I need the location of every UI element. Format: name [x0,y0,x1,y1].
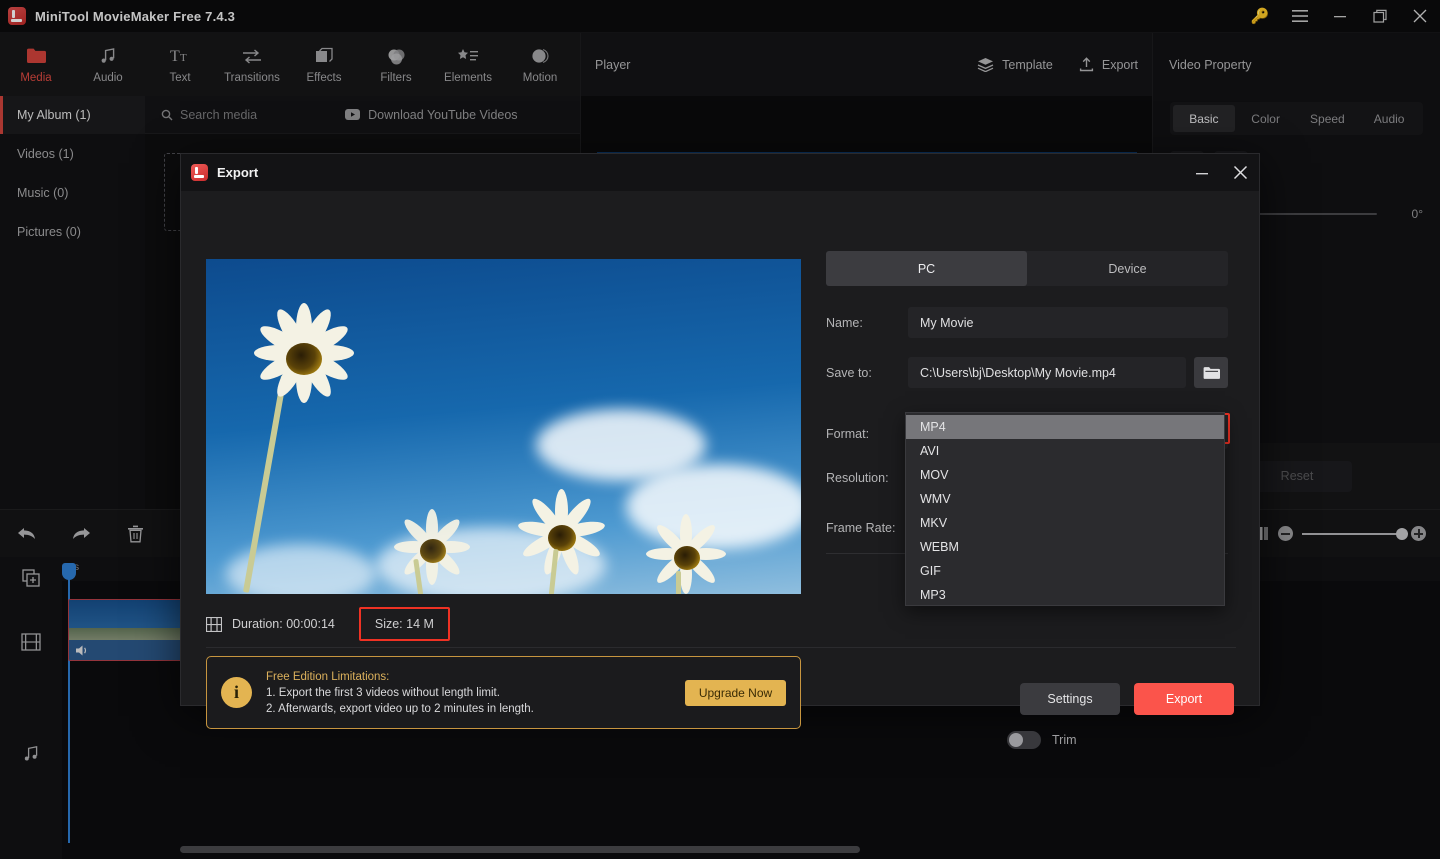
tab-label: PC [917,261,936,276]
minimize-icon [1196,172,1208,174]
export-dialog-title: Export [217,165,259,180]
export-preview-image [206,259,801,594]
option-label: WMV [920,492,951,506]
trim-toggle[interactable] [1007,731,1041,749]
tab-pc[interactable]: PC [826,251,1027,286]
name-label: Name: [826,315,863,330]
format-option-webm[interactable]: WEBM [906,535,1224,559]
upgrade-label: Upgrade Now [698,685,773,700]
save-to-input[interactable]: C:\Users\bj\Desktop\My Movie.mp4 [908,357,1186,388]
preview-daisy [636,514,736,594]
export-dialog-minimize-button[interactable] [1183,154,1221,191]
notice-text: Free Edition Limitations: 1. Export the … [266,671,534,715]
export-dialog-close-button[interactable] [1221,154,1259,191]
film-icon [206,616,222,632]
folder-icon [1203,366,1220,379]
free-edition-notice: i Free Edition Limitations: 1. Export th… [206,656,801,729]
size-text: Size: 14 M [358,607,450,641]
option-label: MP3 [920,588,946,602]
preview-daisy [384,509,480,594]
tab-label: Device [1108,261,1147,276]
preview-daisy [238,303,368,437]
tab-device[interactable]: Device [1027,251,1228,286]
format-option-mkv[interactable]: MKV [906,511,1224,535]
browse-folder-button[interactable] [1194,357,1228,388]
format-label: Format: [826,426,870,441]
format-option-mov[interactable]: MOV [906,463,1224,487]
format-option-avi[interactable]: AVI [906,439,1224,463]
frame-rate-label: Frame Rate: [826,521,896,535]
export-confirm-button[interactable]: Export [1134,683,1234,715]
preview-daisy [506,489,616,594]
notice-line-1: 1. Export the first 3 videos without len… [266,686,500,699]
app-root: MiniTool MovieMaker Free 7.4.3 🔑 Media A… [0,0,1440,859]
format-option-wmv[interactable]: WMV [906,487,1224,511]
save-to-label: Save to: [826,365,872,380]
option-label: AVI [920,444,940,458]
export-destination-tabs: PC Device [826,251,1228,286]
close-icon [1233,165,1247,180]
option-label: MOV [920,468,949,482]
dialog-divider [206,647,1236,648]
dialog-action-buttons: Settings Export [1020,683,1234,715]
save-to-field-row: Save to: C:\Users\bj\Desktop\My Movie.mp… [826,357,1228,388]
name-value: My Movie [920,315,974,330]
upgrade-now-button[interactable]: Upgrade Now [685,679,786,706]
option-label: WEBM [920,540,959,554]
notice-line-2: 2. Afterwards, export video up to 2 minu… [266,702,534,715]
minitool-logo-icon [191,164,208,181]
trim-label: Trim [1052,733,1077,747]
format-dropdown-list[interactable]: MP4 AVI MOV WMV MKV WEBM GIF MP3 [905,412,1225,606]
save-to-value: C:\Users\bj\Desktop\My Movie.mp4 [920,365,1116,380]
notice-heading: Free Edition Limitations: [266,670,390,683]
export-label: Export [1165,692,1203,706]
frame-rate-field-row: Frame Rate: [826,521,908,535]
info-icon: i [221,677,252,708]
format-option-gif[interactable]: GIF [906,559,1224,583]
export-meta-row: Duration: 00:00:14 Size: 14 M [206,605,801,643]
duration-text: Duration: 00:00:14 [232,617,335,631]
export-dialog-titlebar: Export [181,154,1259,191]
resolution-field-row: Resolution: [826,471,908,485]
option-label: GIF [920,564,941,578]
name-field-row: Name: My Movie [826,307,1228,338]
format-option-mp4[interactable]: MP4 [906,415,1224,439]
option-label: MP4 [920,420,946,434]
name-input[interactable]: My Movie [908,307,1228,338]
trim-toggle-row: Trim [1007,731,1077,749]
trim-toggle-knob [1009,733,1023,747]
export-dialog-window-controls [1183,154,1259,191]
format-option-mp3[interactable]: MP3 [906,583,1224,607]
settings-button[interactable]: Settings [1020,683,1120,715]
resolution-label: Resolution: [826,471,889,485]
settings-label: Settings [1047,692,1093,706]
option-label: MKV [920,516,948,530]
